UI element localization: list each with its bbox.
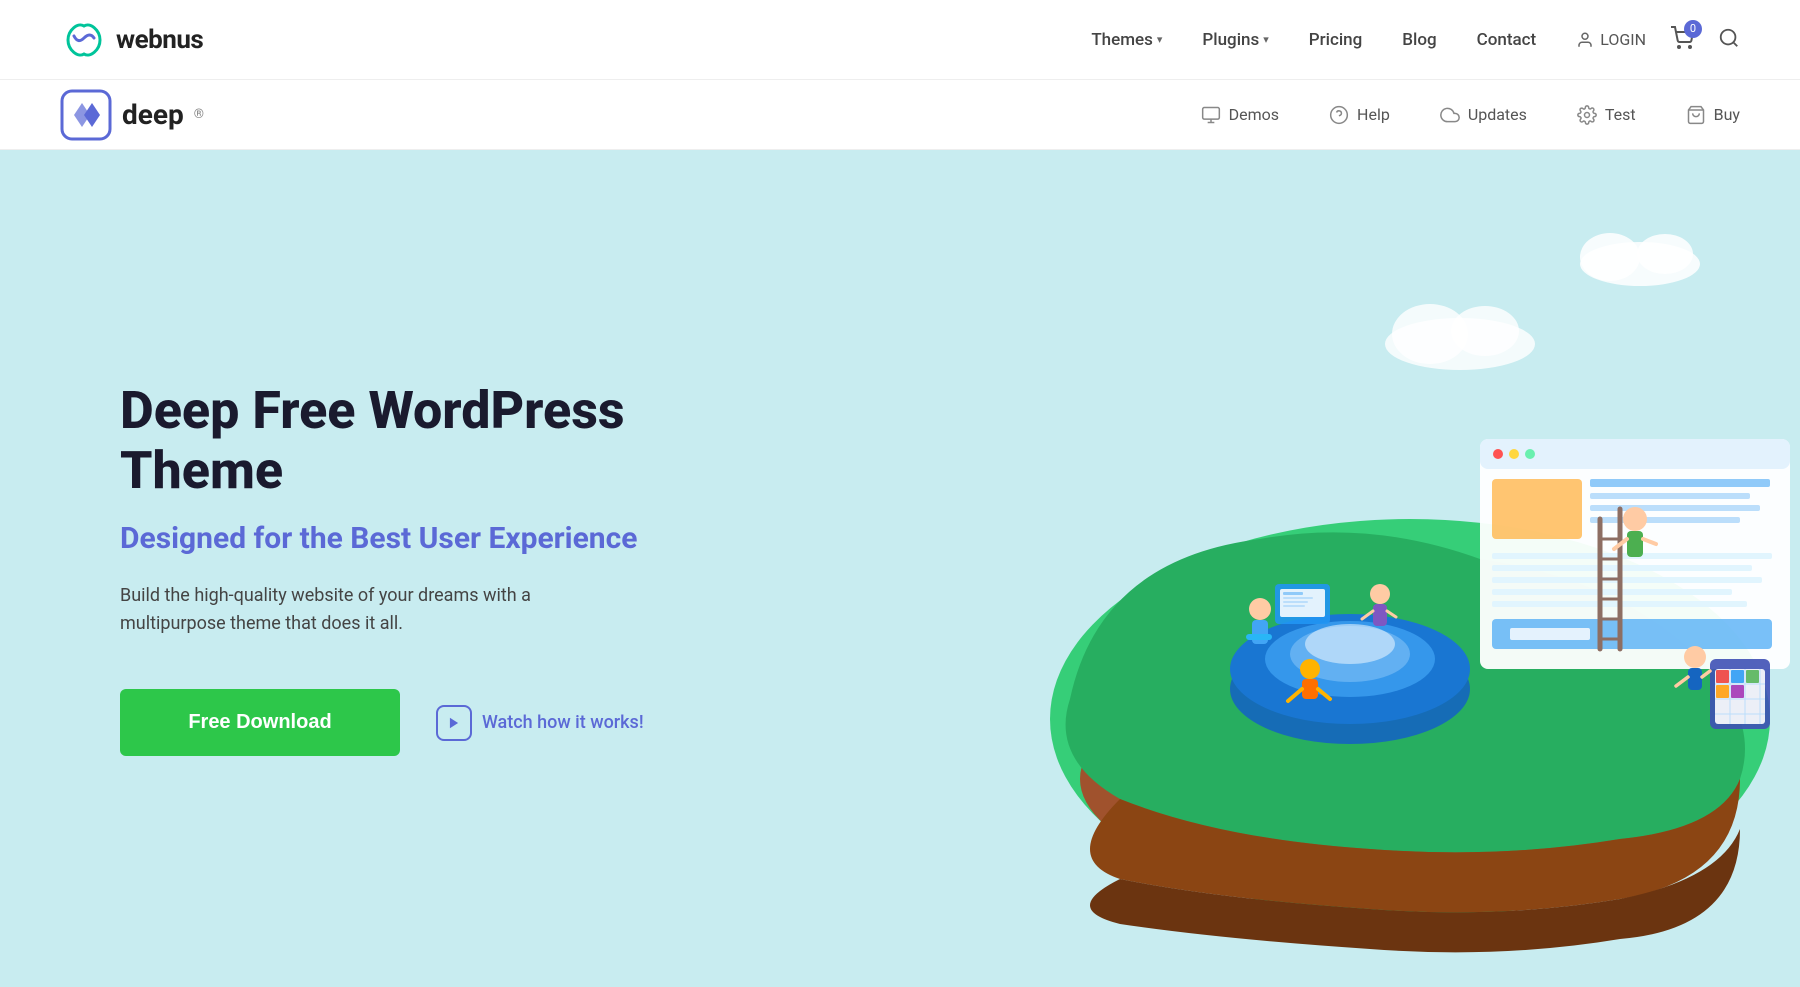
nav-link-pricing[interactable]: Pricing xyxy=(1309,30,1363,50)
main-nav-links: Themes ▾ Plugins ▾ Pricing Blog Contact xyxy=(1091,30,1536,50)
hero-svg-illustration xyxy=(920,179,1800,959)
nav-item-plugins[interactable]: Plugins ▾ xyxy=(1202,30,1268,50)
hero-subtitle: Designed for the Best User Experience xyxy=(120,519,740,558)
webnus-brand-name: webnus xyxy=(116,25,203,55)
watch-video-link[interactable]: Watch how it works! xyxy=(436,705,644,741)
user-icon xyxy=(1576,31,1594,49)
deep-brand-name: deep xyxy=(122,98,184,131)
play-triangle-icon xyxy=(447,716,461,730)
sub-navigation: Demos Help Updates Test xyxy=(1201,105,1740,125)
play-icon xyxy=(436,705,472,741)
nav-item-pricing[interactable]: Pricing xyxy=(1309,30,1363,50)
sub-nav-buy[interactable]: Buy xyxy=(1686,105,1740,125)
gear-icon xyxy=(1577,105,1597,125)
sub-header: deep ® Demos Help Updates xyxy=(0,80,1800,150)
question-circle-icon xyxy=(1329,105,1349,125)
free-download-button[interactable]: Free Download xyxy=(120,689,400,756)
top-navigation: webnus Themes ▾ Plugins ▾ Pricing Blog xyxy=(0,0,1800,80)
nav-item-contact[interactable]: Contact xyxy=(1477,30,1537,50)
hero-illustration xyxy=(920,179,1800,959)
deep-logo-icon xyxy=(60,89,112,141)
login-button[interactable]: LOGIN xyxy=(1576,30,1646,49)
nav-link-blog[interactable]: Blog xyxy=(1402,30,1436,50)
cloud-icon xyxy=(1440,105,1460,125)
search-icon xyxy=(1718,27,1740,49)
deep-logo-registered: ® xyxy=(194,107,204,122)
bag-icon xyxy=(1686,105,1706,125)
webnus-logo-icon xyxy=(60,16,108,64)
hero-title: Deep Free WordPress Theme xyxy=(120,381,740,501)
hero-content: Deep Free WordPress Theme Designed for t… xyxy=(120,381,740,756)
monitor-icon xyxy=(1201,105,1221,125)
nav-link-contact[interactable]: Contact xyxy=(1477,30,1537,50)
hero-section: Deep Free WordPress Theme Designed for t… xyxy=(0,150,1800,987)
deep-logo[interactable]: deep ® xyxy=(60,89,204,141)
cart-button[interactable]: 0 xyxy=(1670,26,1694,54)
nav-item-themes[interactable]: Themes ▾ xyxy=(1091,30,1162,50)
nav-right-actions: LOGIN 0 xyxy=(1576,26,1740,54)
nav-item-blog[interactable]: Blog xyxy=(1402,30,1436,50)
hero-actions: Free Download Watch how it works! xyxy=(120,689,740,756)
chevron-down-icon: ▾ xyxy=(1157,33,1163,46)
sub-nav-help[interactable]: Help xyxy=(1329,105,1390,125)
nav-link-plugins[interactable]: Plugins ▾ xyxy=(1202,30,1268,50)
search-button[interactable] xyxy=(1718,27,1740,53)
hero-description: Build the high-quality website of your d… xyxy=(120,582,640,640)
chevron-down-icon: ▾ xyxy=(1263,33,1269,46)
sub-nav-test[interactable]: Test xyxy=(1577,105,1636,125)
sub-nav-demos[interactable]: Demos xyxy=(1201,105,1279,125)
nav-link-themes[interactable]: Themes ▾ xyxy=(1091,30,1162,50)
sub-nav-updates[interactable]: Updates xyxy=(1440,105,1527,125)
logo-area[interactable]: webnus xyxy=(60,16,1091,64)
cart-badge: 0 xyxy=(1684,20,1702,38)
